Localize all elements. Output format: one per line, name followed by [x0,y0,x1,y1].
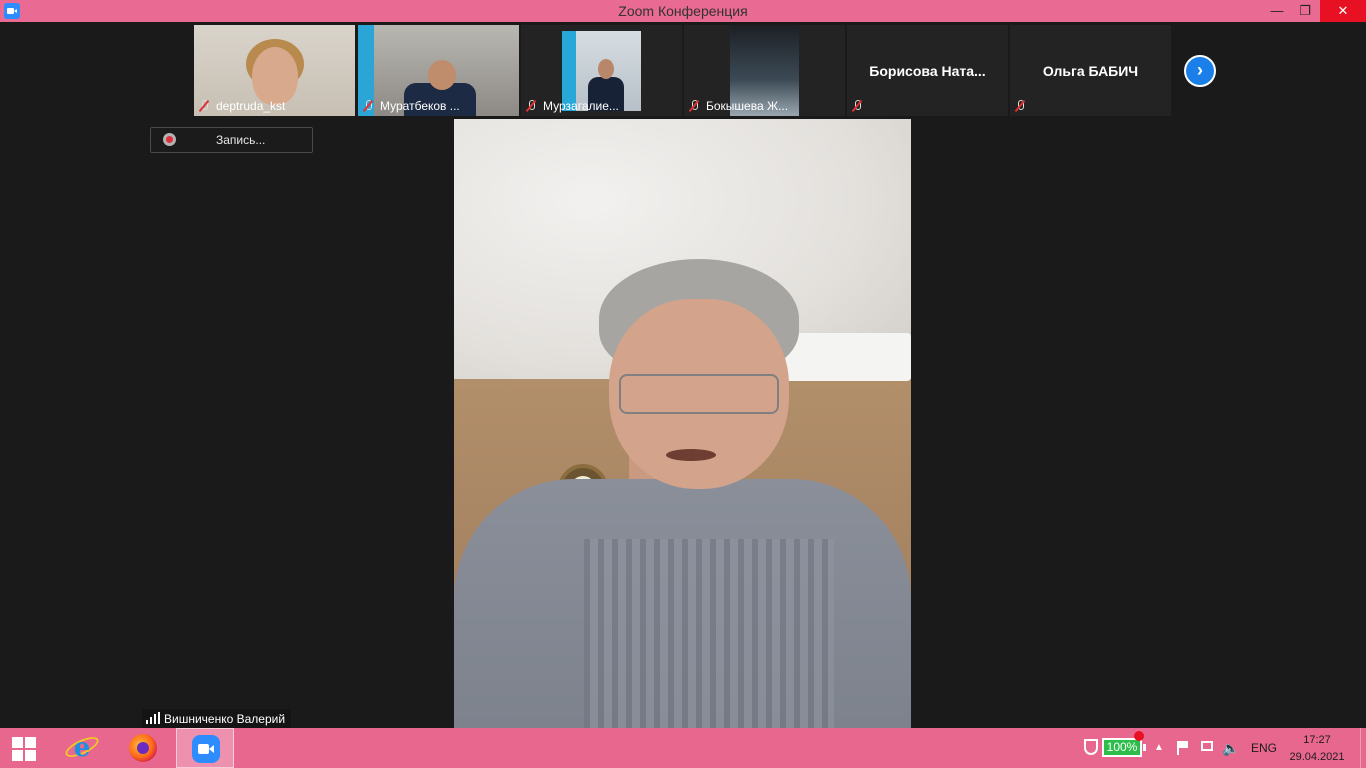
participant-tile[interactable]: deptruda_kst [194,25,355,116]
muted-mic-icon [1014,100,1026,112]
record-icon [163,133,176,146]
participant-tile[interactable]: Борисова Ната... [847,25,1008,116]
window-title: Zoom Конференция [618,3,748,19]
participant-tile[interactable]: Ольга БАБИЧ [1010,25,1171,116]
notification-dot [1134,731,1144,741]
speaker-name-tag: Вишниченко Валерий [142,709,292,729]
recording-indicator[interactable]: Запись... [150,127,313,153]
participant-name: Ольга БАБИЧ [1042,63,1139,79]
participant-name: Бокышева Ж... [706,99,789,113]
air-conditioner [784,333,911,381]
next-page-button[interactable]: › [1184,55,1216,87]
clock-date: 29.04.2021 [1289,751,1345,763]
participant-name: Мурзагалие... [543,99,619,113]
battery-tray-icon[interactable]: 100% [1100,728,1148,768]
show-hidden-icons-button[interactable]: ▲ [1152,728,1166,768]
show-desktop-button[interactable] [1360,728,1366,768]
volume-icon[interactable]: 🔈 [1222,728,1240,768]
internet-explorer-taskbar-button[interactable]: e [58,728,106,768]
close-button[interactable]: ✕ [1320,0,1366,22]
minimize-button[interactable]: — [1262,0,1292,22]
taskbar-clock[interactable]: 17:27 29.04.2021 [1284,728,1350,768]
internet-explorer-icon: e [73,733,91,763]
title-bar: Zoom Конференция — ❐ ✕ [0,0,1366,22]
speaker-name: Вишниченко Валерий [164,712,286,726]
firefox-taskbar-button[interactable] [120,728,168,768]
language-indicator[interactable]: ENG [1246,728,1282,768]
muted-mic-icon [362,100,374,112]
participant-name: Борисова Ната... [869,63,986,79]
recording-label: Запись... [216,133,266,147]
participant-name: Муратбеков ... [380,99,460,113]
active-speaker-video[interactable] [454,119,911,728]
participant-name: deptruda_kst [216,99,286,113]
participant-tile[interactable]: Мурзагалие... [521,25,682,116]
taskbar: e 100% ▲ 🔈 ENG 17:27 29.04.2021 [0,728,1366,768]
muted-mic-icon [688,100,700,112]
action-center-flag-icon[interactable] [1174,728,1192,768]
chevron-right-icon: › [1197,60,1203,80]
participant-tile[interactable]: Бокышева Ж... [684,25,845,116]
zoom-taskbar-button[interactable] [176,728,234,768]
start-button[interactable] [0,728,50,768]
battery-percent: 100% [1102,738,1142,757]
muted-mic-icon [851,100,863,112]
signal-strength-icon [146,712,160,724]
firefox-icon [129,734,157,762]
muted-mic-icon [198,100,210,112]
zoom-icon [192,735,220,763]
restore-button[interactable]: ❐ [1290,0,1320,22]
defender-tray-icon[interactable] [1082,728,1100,768]
windows-logo-icon [12,737,23,748]
network-icon[interactable] [1199,728,1217,768]
participant-tile[interactable]: Муратбеков ... [358,25,519,116]
clock-time: 17:27 [1303,734,1331,746]
muted-mic-icon [525,100,537,112]
